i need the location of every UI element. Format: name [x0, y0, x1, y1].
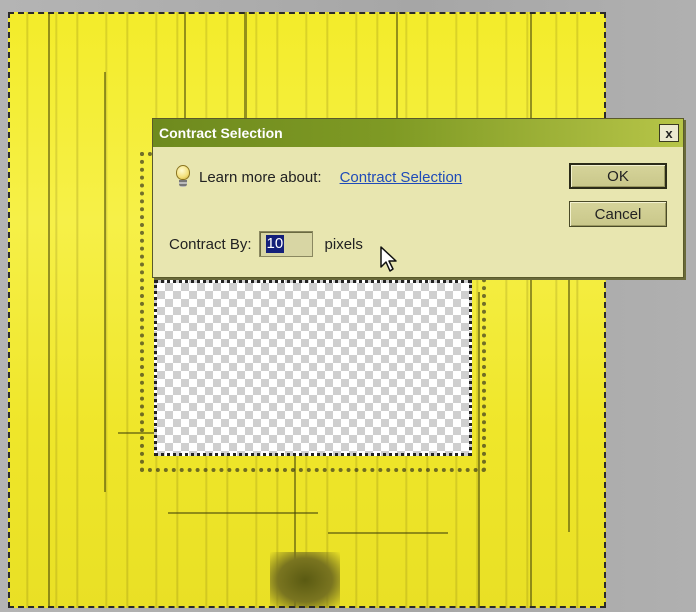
learn-more-link[interactable]: Contract Selection	[340, 169, 463, 186]
texture-crack	[396, 12, 398, 132]
transparent-region	[154, 280, 472, 456]
close-button[interactable]: x	[659, 124, 679, 142]
texture-crack	[168, 512, 318, 514]
contract-selection-dialog: Contract Selection x Learn more about: C…	[152, 118, 684, 278]
dialog-titlebar[interactable]: Contract Selection x	[153, 119, 683, 147]
close-icon: x	[665, 125, 673, 141]
dialog-title: Contract Selection	[159, 125, 283, 141]
texture-crack	[530, 12, 532, 608]
unit-label: pixels	[324, 235, 363, 253]
texture-crack	[328, 532, 448, 534]
cancel-button[interactable]: Cancel	[569, 201, 667, 227]
dark-stain	[270, 552, 340, 608]
contract-by-row: Contract By: 10 pixels	[169, 231, 683, 257]
ok-button[interactable]: OK	[569, 163, 667, 189]
image-canvas[interactable]	[8, 12, 606, 608]
texture-crack	[244, 12, 247, 122]
contract-by-label: Contract By:	[169, 235, 252, 253]
learn-more-label: Learn more about:	[199, 168, 322, 186]
contract-by-value: 10	[265, 235, 285, 253]
texture-crack	[48, 12, 50, 608]
lightbulb-icon	[175, 165, 191, 189]
contract-by-input[interactable]: 10	[258, 231, 313, 257]
texture-crack	[104, 72, 106, 492]
arrow-cursor-icon	[380, 246, 397, 272]
